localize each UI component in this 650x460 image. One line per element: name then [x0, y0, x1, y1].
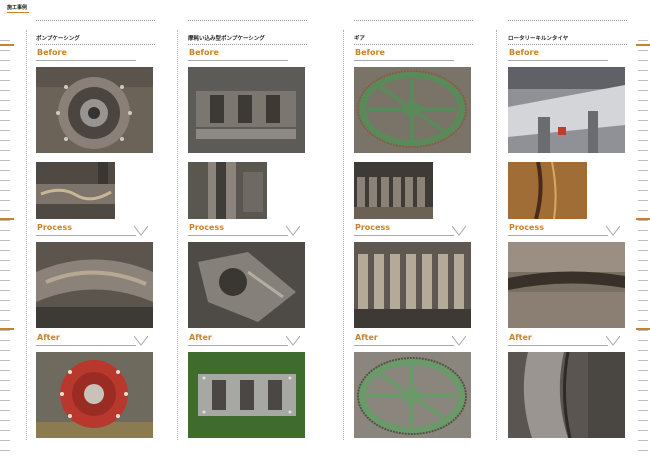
- chevron-down-icon: [134, 226, 148, 236]
- section-rule: [188, 345, 288, 346]
- section-label-after: After: [37, 333, 60, 342]
- chevron-down-icon: [286, 226, 300, 236]
- column-title: 摩耗い込み型ポンプケーシング: [188, 36, 265, 42]
- section-before: Before: [354, 48, 473, 62]
- photo-gear-before: [354, 67, 471, 153]
- left-accent-mark: [0, 218, 14, 220]
- left-accent-mark: [0, 328, 14, 330]
- photo-kiln-before: [508, 67, 625, 153]
- section-rule: [36, 235, 136, 236]
- page-header-label: 施工事例: [7, 5, 30, 13]
- section-process: Process: [354, 223, 473, 237]
- right-accent-mark: [636, 218, 650, 220]
- section-after: After: [188, 333, 307, 347]
- section-rule: [354, 60, 454, 61]
- section-process: Process: [508, 223, 627, 237]
- column-divider: [26, 30, 28, 440]
- left-margin-lines: [0, 40, 10, 455]
- photo-gear-teeth-rebuild: [354, 242, 471, 328]
- column-top-rule: [188, 20, 307, 21]
- section-after: After: [36, 333, 155, 347]
- section-rule: [508, 345, 608, 346]
- section-before: Before: [36, 48, 155, 62]
- photo-kiln-tire-after: [508, 352, 625, 438]
- section-label-before: Before: [189, 48, 219, 57]
- column-title-rule: [188, 44, 307, 45]
- column-title-rule: [36, 44, 155, 45]
- section-rule: [354, 235, 454, 236]
- section-rule: [188, 235, 288, 236]
- right-accent-mark: [636, 328, 650, 330]
- column-title: ポンプケーシング: [36, 36, 80, 42]
- section-rule: [354, 345, 454, 346]
- column-title-rule: [354, 44, 473, 45]
- section-before: Before: [188, 48, 307, 62]
- section-label-before: Before: [355, 48, 385, 57]
- section-after: After: [508, 333, 627, 347]
- column-title: ギア: [354, 36, 366, 42]
- section-rule: [36, 60, 136, 61]
- photo-casing-detail: [188, 162, 267, 219]
- photo-gear-after: [354, 352, 471, 438]
- column-title-rule: [508, 44, 627, 45]
- photo-pump-casing-welding: [36, 242, 153, 328]
- chevron-down-icon: [606, 226, 620, 236]
- column-divider: [496, 30, 498, 440]
- section-label-process: Process: [355, 223, 390, 232]
- photo-pump-casing-detail: [36, 162, 115, 219]
- right-margin-lines: [638, 40, 648, 455]
- section-label-process: Process: [37, 223, 72, 232]
- photo-kiln-tire-crack: [508, 162, 587, 219]
- right-accent-mark: [636, 44, 650, 46]
- section-rule: [188, 60, 288, 61]
- section-rule: [508, 60, 608, 61]
- column-top-rule: [354, 20, 473, 21]
- section-label-after: After: [509, 333, 532, 342]
- section-process: Process: [36, 223, 155, 237]
- section-after: After: [354, 333, 473, 347]
- section-label-process: Process: [509, 223, 544, 232]
- photo-pump-casing-before: [36, 67, 153, 153]
- photo-casing-after: [188, 352, 305, 438]
- left-accent-mark: [0, 44, 14, 46]
- section-label-after: After: [355, 333, 378, 342]
- column-divider: [177, 30, 179, 440]
- section-label-before: Before: [509, 48, 539, 57]
- section-label-after: After: [189, 333, 212, 342]
- column-top-rule: [508, 20, 627, 21]
- chevron-down-icon: [606, 336, 620, 346]
- section-label-before: Before: [37, 48, 67, 57]
- photo-casing-before: [188, 67, 305, 153]
- column-title: ロータリーキルンタイヤ: [508, 36, 569, 42]
- chevron-down-icon: [452, 336, 466, 346]
- section-rule: [36, 345, 136, 346]
- chevron-down-icon: [452, 226, 466, 236]
- column-divider: [343, 30, 345, 440]
- photo-kiln-tire-process: [508, 242, 625, 328]
- section-before: Before: [508, 48, 627, 62]
- column-top-rule: [36, 20, 155, 21]
- photo-casing-process: [188, 242, 305, 328]
- photo-gear-teeth-worn: [354, 162, 433, 219]
- section-process: Process: [188, 223, 307, 237]
- chevron-down-icon: [286, 336, 300, 346]
- section-rule: [508, 235, 608, 236]
- section-label-process: Process: [189, 223, 224, 232]
- photo-pump-casing-painted-red: [36, 352, 153, 438]
- chevron-down-icon: [134, 336, 148, 346]
